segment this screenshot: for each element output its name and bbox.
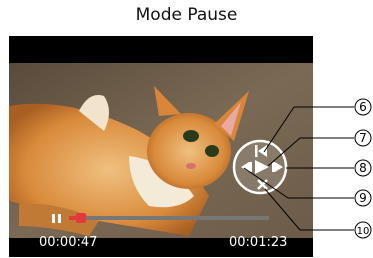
callout-label: 10 <box>357 226 370 237</box>
callout-10: 10 <box>354 221 372 239</box>
callout-7: 7 <box>354 129 372 147</box>
callout-8: 8 <box>354 159 372 177</box>
callout-label: 8 <box>359 161 367 175</box>
callout-label: 7 <box>359 131 367 145</box>
callout-6: 6 <box>354 98 372 116</box>
callout-label: 6 <box>359 100 367 114</box>
callout-layer: 6 7 8 9 10 <box>243 98 372 239</box>
callout-label: 9 <box>359 191 367 205</box>
callout-9: 9 <box>354 189 372 207</box>
